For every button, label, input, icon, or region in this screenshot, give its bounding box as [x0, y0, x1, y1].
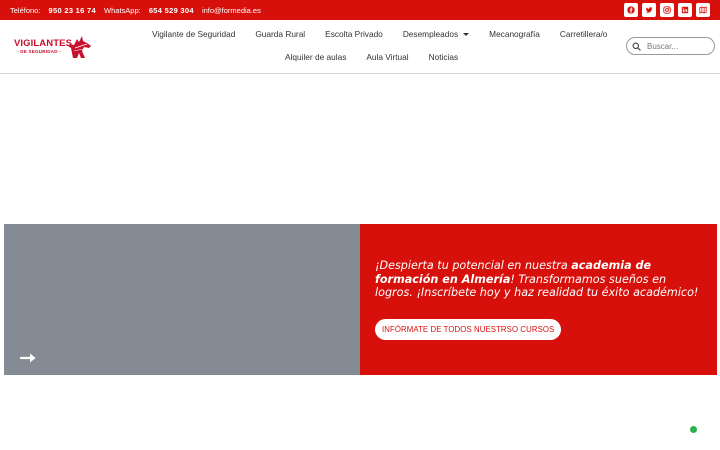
- search-icon[interactable]: [632, 42, 641, 51]
- phone-contact[interactable]: Teléfono: 950 23 16 74: [10, 6, 96, 15]
- nav-row-2: Alquiler de aulas Aula Virtual Noticias: [275, 52, 468, 62]
- logo-subtitle: - DE SEGURIDAD -: [17, 49, 62, 54]
- whatsapp-number[interactable]: 654 529 304: [149, 6, 194, 15]
- logo-title: VIGILANTES: [14, 38, 73, 49]
- contact-info: Teléfono: 950 23 16 74 WhatsApp: 654 529…: [10, 6, 267, 15]
- nav-row-1: Vigilante de Seguridad Guarda Rural Esco…: [142, 29, 617, 39]
- site-header: VIGILANTES - DE SEGURIDAD - Vigilante de…: [0, 20, 720, 74]
- phone-label: Teléfono:: [10, 6, 41, 15]
- hero-text-panel: ¡Despierta tu potencial en nuestra acade…: [360, 224, 717, 375]
- site-logo[interactable]: VIGILANTES - DE SEGURIDAD -: [13, 35, 93, 61]
- nav-item-vigilante-seguridad[interactable]: Vigilante de Seguridad: [142, 29, 245, 39]
- nav-item-mecanografia[interactable]: Mecanografía: [479, 29, 550, 39]
- phone-number[interactable]: 950 23 16 74: [49, 6, 96, 15]
- email-link[interactable]: info@formedia.es: [202, 6, 261, 15]
- map-icon[interactable]: [696, 3, 710, 17]
- search-box: [626, 37, 715, 55]
- facebook-icon[interactable]: [624, 3, 638, 17]
- whatsapp-label: WhatsApp:: [104, 6, 141, 15]
- nav-item-guarda-rural[interactable]: Guarda Rural: [245, 29, 315, 39]
- nav-item-alquiler-aulas[interactable]: Alquiler de aulas: [275, 52, 356, 62]
- instagram-icon[interactable]: [660, 3, 674, 17]
- nav-item-desempleados[interactable]: Desempleados: [393, 29, 479, 39]
- arrow-right-icon[interactable]: [20, 352, 38, 364]
- whatsapp-contact[interactable]: WhatsApp: 654 529 304: [104, 6, 194, 15]
- dog-head-icon: [68, 36, 91, 58]
- top-bar: Teléfono: 950 23 16 74 WhatsApp: 654 529…: [0, 0, 720, 20]
- hero-tagline: ¡Despierta tu potencial en nuestra acade…: [375, 259, 705, 300]
- nav-item-carretillera[interactable]: Carretillera/o: [550, 29, 618, 39]
- nav-item-escolta-privado[interactable]: Escolta Privado: [315, 29, 393, 39]
- nav-item-noticias[interactable]: Noticias: [419, 52, 469, 62]
- twitter-icon[interactable]: [642, 3, 656, 17]
- courses-info-button[interactable]: INFÓRMATE DE TODOS NUESTRSO CURSOS: [375, 319, 562, 340]
- nav-item-aula-virtual[interactable]: Aula Virtual: [356, 52, 418, 62]
- hero-image-panel: [4, 224, 360, 375]
- search-input[interactable]: [647, 41, 709, 51]
- social-links: [624, 3, 710, 17]
- nav-item-desempleados-label: Desempleados: [402, 29, 459, 39]
- hero-text-intro: ¡Despierta tu potencial en nuestra: [375, 259, 572, 272]
- status-badge[interactable]: [690, 426, 697, 433]
- chevron-down-icon: [463, 32, 470, 36]
- linkedin-icon[interactable]: [678, 3, 692, 17]
